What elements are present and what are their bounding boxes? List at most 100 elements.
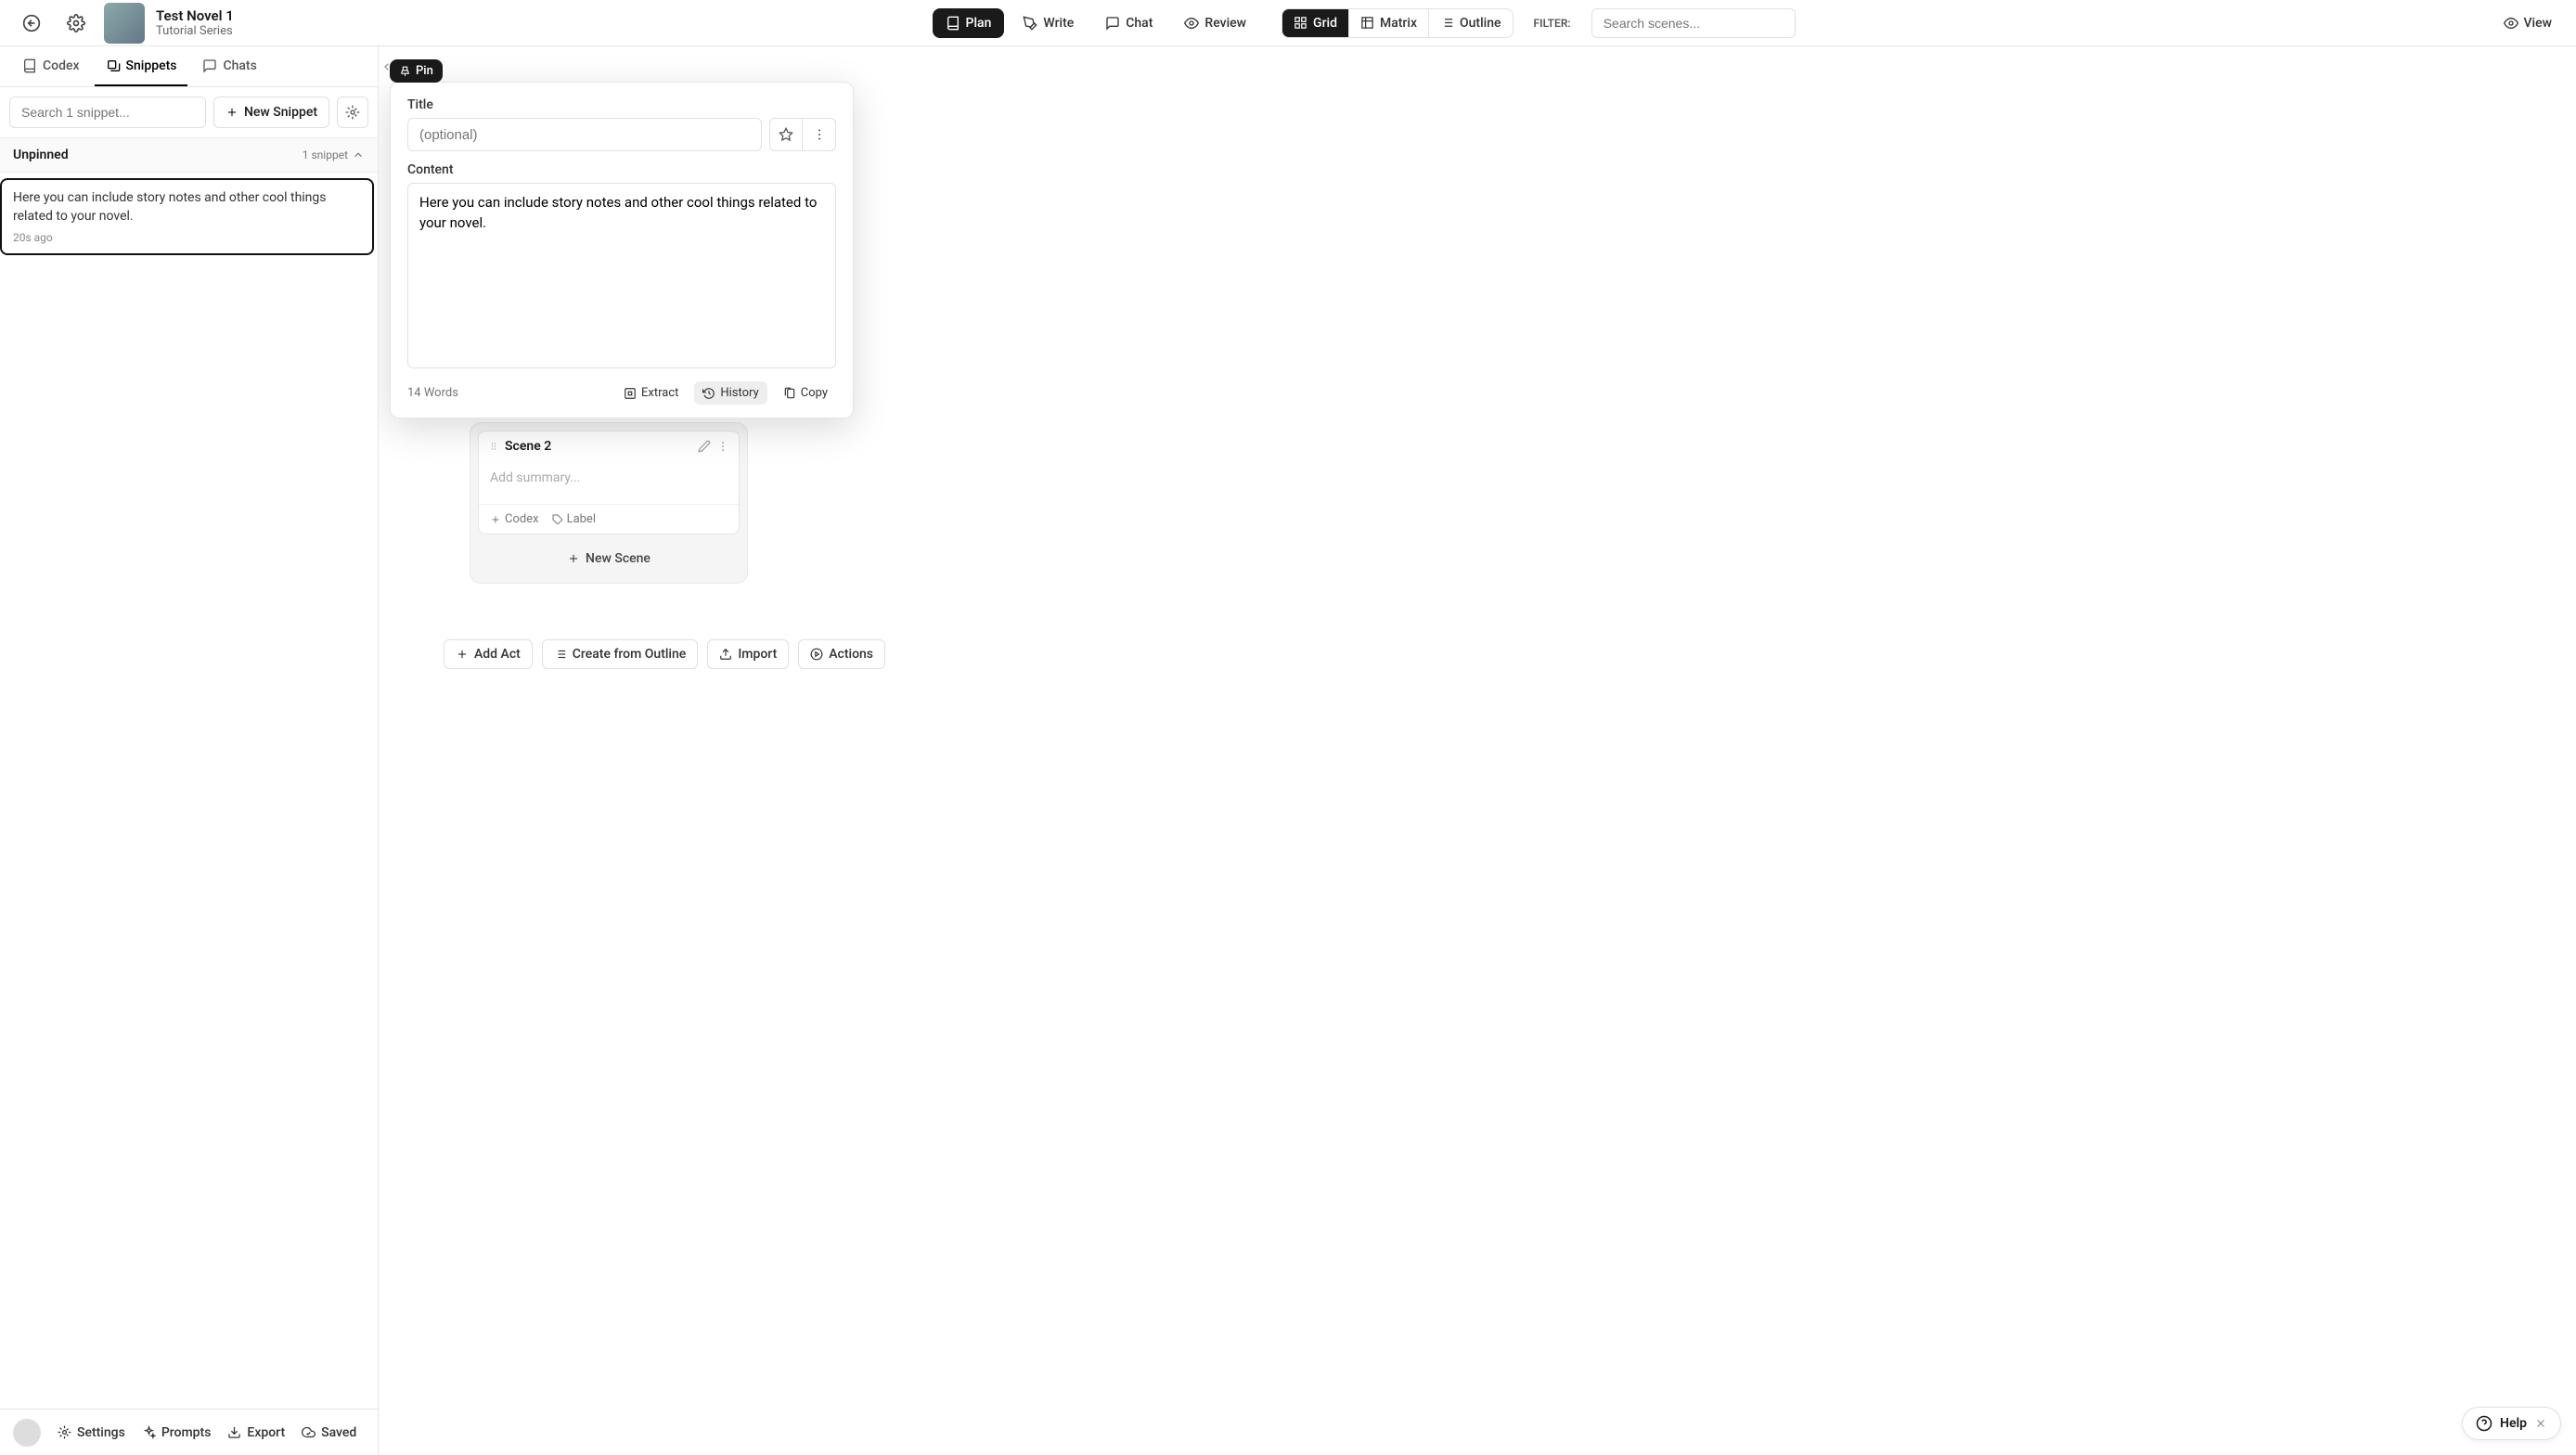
history-button[interactable]: History	[694, 381, 766, 405]
gear-icon	[58, 1425, 71, 1439]
mode-plan-label: Plan	[966, 16, 992, 31]
import-label: Import	[738, 647, 777, 662]
word-count: 14 Words	[407, 386, 608, 400]
create-from-outline-button[interactable]: Create from Outline	[542, 639, 699, 669]
add-act-button[interactable]: Add Act	[444, 639, 533, 669]
title-label: Title	[407, 97, 836, 112]
extract-icon	[624, 387, 637, 400]
matrix-icon	[1360, 16, 1374, 30]
history-label: History	[720, 386, 758, 400]
footer-prompts[interactable]: Prompts	[142, 1425, 212, 1440]
mode-write[interactable]: Write	[1010, 8, 1087, 38]
scene-summary-placeholder[interactable]: Add summary...	[479, 461, 739, 504]
new-scene-button[interactable]: New Scene	[478, 542, 740, 575]
actions-button[interactable]: Actions	[798, 639, 885, 669]
star-icon	[779, 127, 793, 142]
tab-snippets[interactable]: Snippets	[95, 46, 188, 86]
import-button[interactable]: Import	[707, 639, 789, 669]
mode-review-label: Review	[1204, 16, 1246, 31]
snippet-search-input[interactable]	[9, 97, 206, 128]
footer-export[interactable]: Export	[227, 1425, 285, 1440]
layout-grid-label: Grid	[1313, 16, 1337, 31]
grip-vertical-icon	[488, 440, 499, 453]
mode-chat[interactable]: Chat	[1092, 8, 1166, 38]
scene-card[interactable]: Scene 2 Add summary... Codex	[478, 431, 740, 534]
arrow-left-icon	[22, 14, 41, 32]
more-options-button[interactable]	[803, 118, 836, 151]
new-scene-label: New Scene	[586, 551, 650, 566]
pencil-icon	[698, 440, 711, 453]
chapter-card: Scene 2 Add summary... Codex	[470, 422, 748, 584]
extract-label: Extract	[641, 386, 678, 400]
view-button[interactable]: View	[2494, 10, 2562, 36]
footer-settings[interactable]: Settings	[58, 1425, 125, 1440]
mode-switcher: Plan Write Chat Review	[933, 8, 1259, 38]
help-circle-icon	[2476, 1415, 2492, 1432]
footer-settings-label: Settings	[77, 1425, 125, 1440]
project-title: Test Novel 1	[156, 7, 234, 24]
snippet-text: Here you can include story notes and oth…	[13, 189, 361, 225]
snippet-time: 20s ago	[13, 231, 361, 244]
snippet-settings-button[interactable]	[337, 97, 368, 128]
layout-matrix[interactable]: Matrix	[1349, 9, 1429, 37]
drag-handle[interactable]	[488, 440, 499, 453]
outline-icon	[1440, 16, 1454, 30]
snippet-editor-popover: Title Content 14 Words Extract	[390, 82, 854, 418]
view-label: View	[2524, 16, 2553, 31]
extract-button[interactable]: Extract	[615, 381, 687, 405]
copy-label: Copy	[801, 386, 828, 400]
snippet-card[interactable]: Here you can include story notes and oth…	[0, 178, 374, 255]
tab-snippets-label: Snippets	[126, 58, 177, 73]
new-snippet-button[interactable]: New Snippet	[213, 97, 329, 128]
edit-scene-button[interactable]	[698, 440, 711, 453]
pin-icon	[399, 65, 411, 77]
user-avatar[interactable]	[13, 1419, 41, 1447]
snippet-section-header[interactable]: Unpinned 1 snippet	[0, 137, 378, 173]
eye-icon	[1184, 16, 1199, 31]
stack-icon	[106, 58, 121, 73]
pen-icon	[1023, 16, 1037, 31]
mode-write-label: Write	[1043, 16, 1074, 31]
list-icon	[554, 648, 567, 661]
scene-title: Scene 2	[505, 439, 692, 454]
tab-codex[interactable]: Codex	[11, 46, 91, 86]
scene-more-button[interactable]	[716, 440, 729, 453]
import-icon	[719, 648, 732, 661]
add-act-label: Add Act	[474, 647, 521, 662]
sparkle-icon	[142, 1425, 156, 1439]
favorite-button[interactable]	[769, 118, 803, 151]
snippet-title-input[interactable]	[407, 118, 762, 151]
scene-label-button[interactable]: Label	[552, 512, 596, 526]
more-vertical-icon	[716, 440, 729, 453]
layout-outline[interactable]: Outline	[1429, 9, 1513, 37]
plus-icon	[567, 552, 580, 565]
chat-icon	[202, 58, 217, 73]
close-icon	[2534, 1417, 2547, 1430]
tab-chats[interactable]: Chats	[191, 46, 267, 86]
help-button[interactable]: Help	[2462, 1407, 2561, 1440]
back-button[interactable]	[15, 6, 48, 40]
pin-button[interactable]: Pin	[390, 59, 443, 83]
more-vertical-icon	[812, 127, 827, 142]
filter-label: FILTER:	[1525, 17, 1580, 30]
eye-icon	[2504, 16, 2518, 31]
sidebar: Codex Snippets Chats New Snippet Unpinne…	[0, 46, 379, 1455]
scene-search-input[interactable]	[1591, 8, 1796, 38]
mode-plan[interactable]: Plan	[933, 8, 1005, 38]
footer-saved[interactable]: Saved	[302, 1425, 356, 1440]
copy-button[interactable]: Copy	[775, 381, 836, 405]
snippet-section-title: Unpinned	[13, 148, 69, 162]
snippet-content-textarea[interactable]	[407, 183, 836, 368]
scene-codex-button[interactable]: Codex	[490, 512, 539, 526]
cloud-check-icon	[302, 1425, 316, 1439]
layout-grid[interactable]: Grid	[1282, 9, 1349, 37]
scene-codex-label: Codex	[505, 512, 539, 526]
help-close-button[interactable]	[2534, 1417, 2547, 1430]
mode-review[interactable]: Review	[1171, 8, 1259, 38]
bottom-actions: Add Act Create from Outline Import Actio…	[444, 639, 2530, 669]
settings-gear-button[interactable]	[59, 6, 93, 40]
project-thumbnail[interactable]	[104, 3, 145, 44]
tag-icon	[552, 514, 563, 525]
new-snippet-label: New Snippet	[244, 105, 317, 120]
plus-icon	[490, 514, 501, 525]
